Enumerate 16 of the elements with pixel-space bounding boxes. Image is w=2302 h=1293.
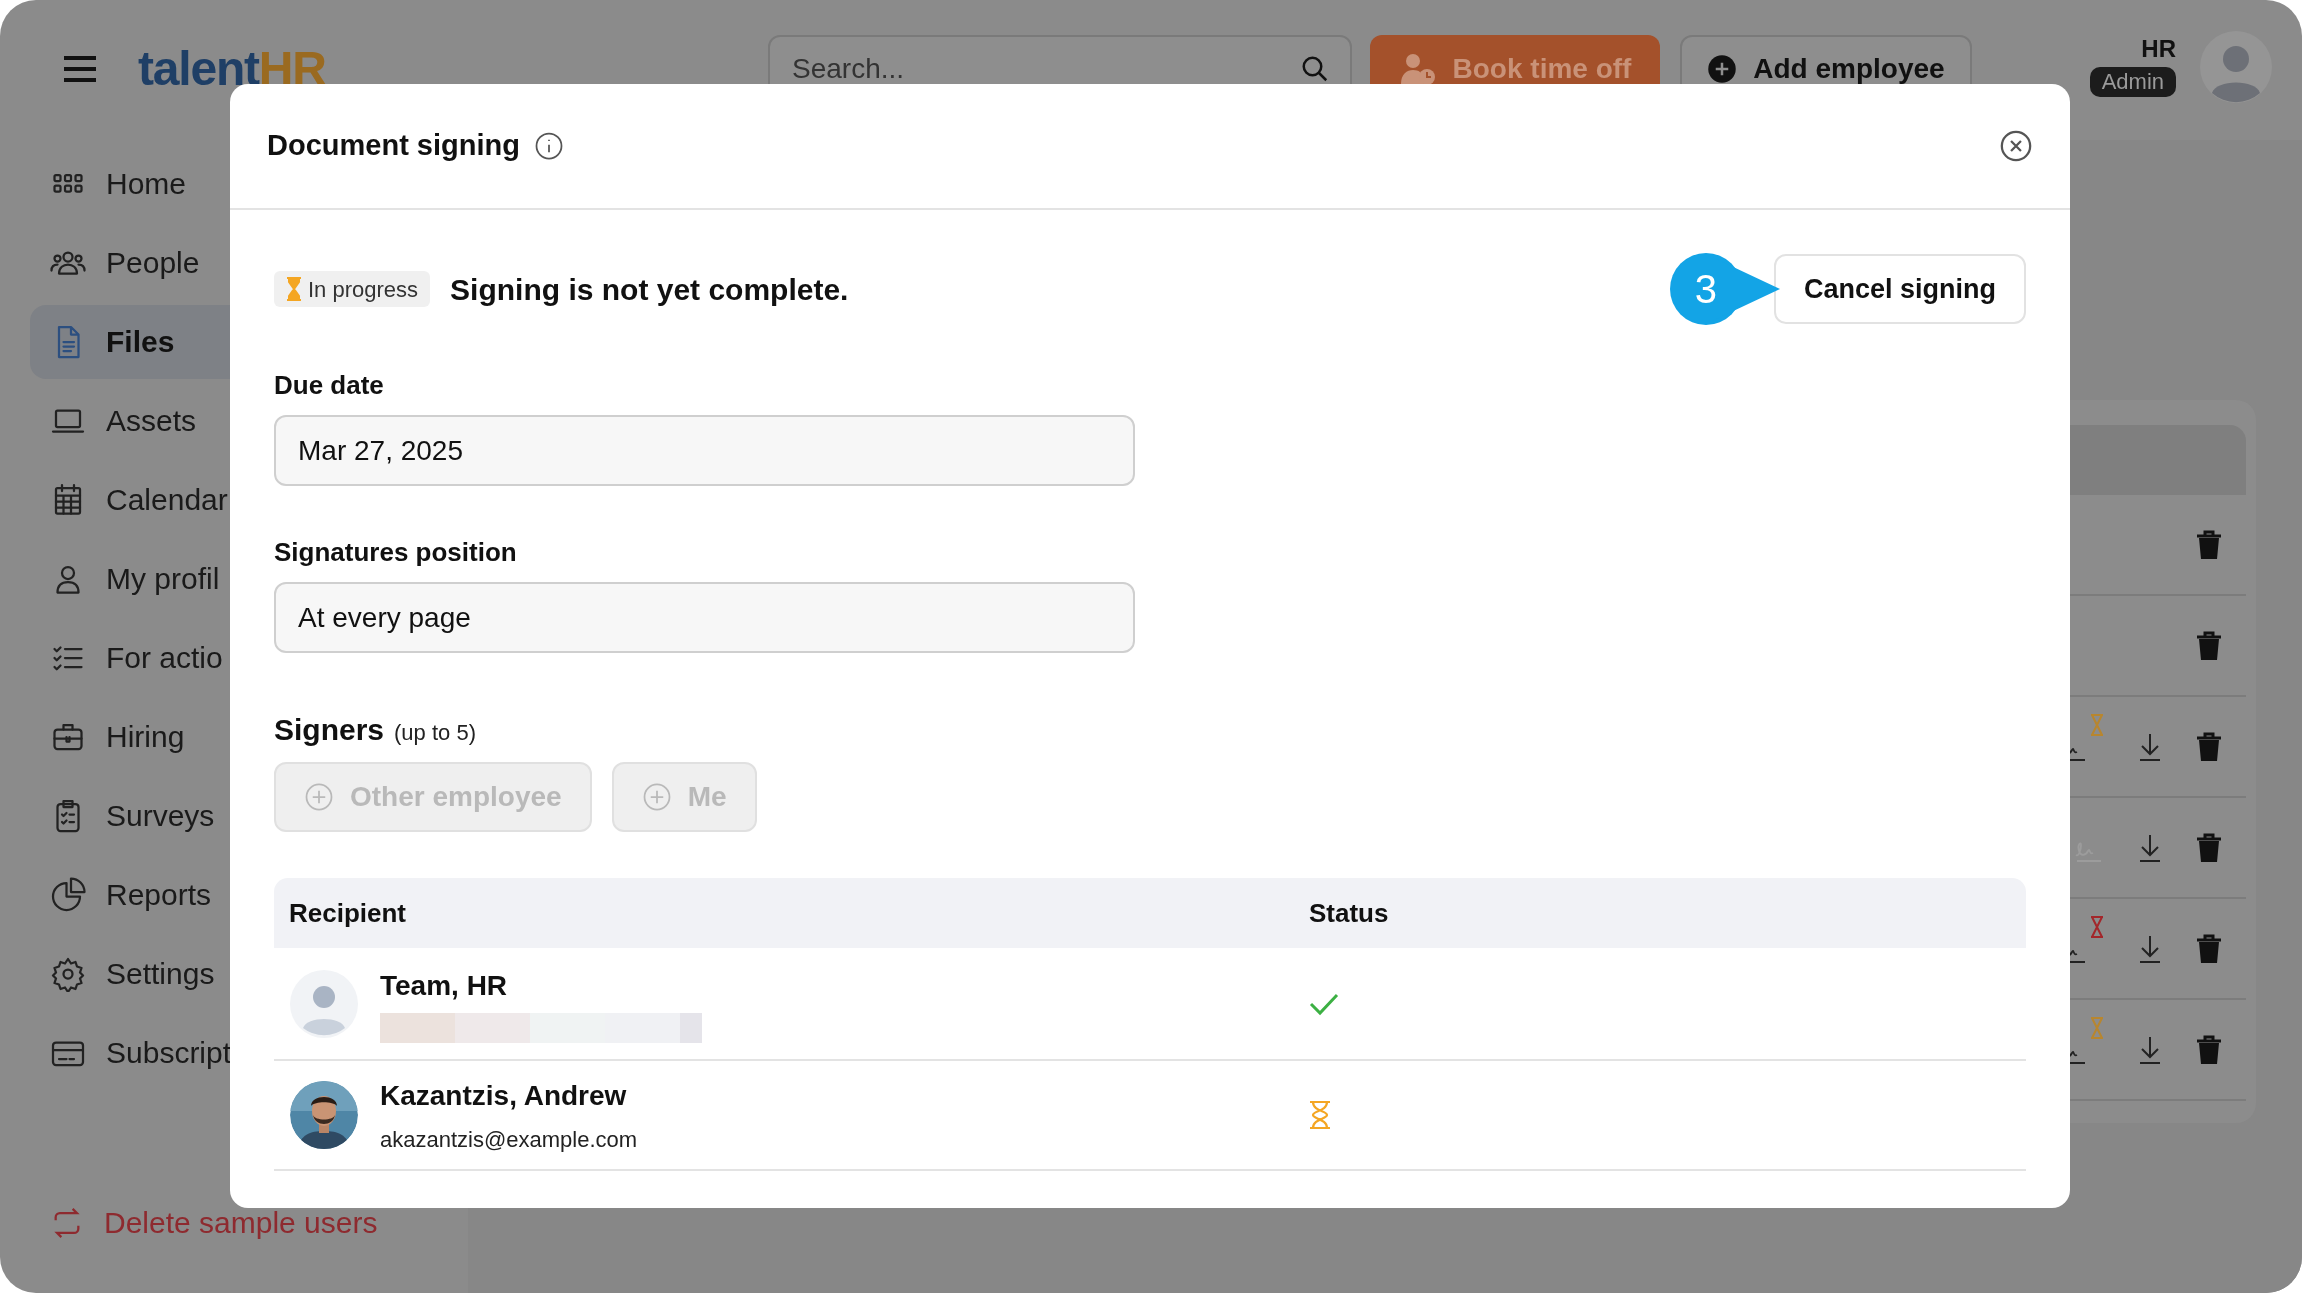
step-callout: 3 [1667,251,1780,327]
dialog-title: Document signing [267,128,520,164]
recipient-email: akazantzis@example.com [380,1125,638,1154]
status-message: Signing is not yet complete. [450,271,849,308]
signers-label: Signers [274,712,385,748]
logo: talentHR [138,45,326,93]
recipient-name: Kazantzis, Andrew [380,1078,628,1113]
column-header: Status [1309,896,1389,930]
field-label: Due date [274,369,385,401]
signers-hint: (up to 5) [394,719,476,747]
status-badge: In progress [274,271,431,307]
field-label: Signatures position [274,536,518,568]
column-header: Recipient [288,896,408,930]
role-badge: Admin [2089,67,2176,97]
recipient-name: Team, HR [380,968,509,1003]
user-initials: HR [2141,34,2176,64]
